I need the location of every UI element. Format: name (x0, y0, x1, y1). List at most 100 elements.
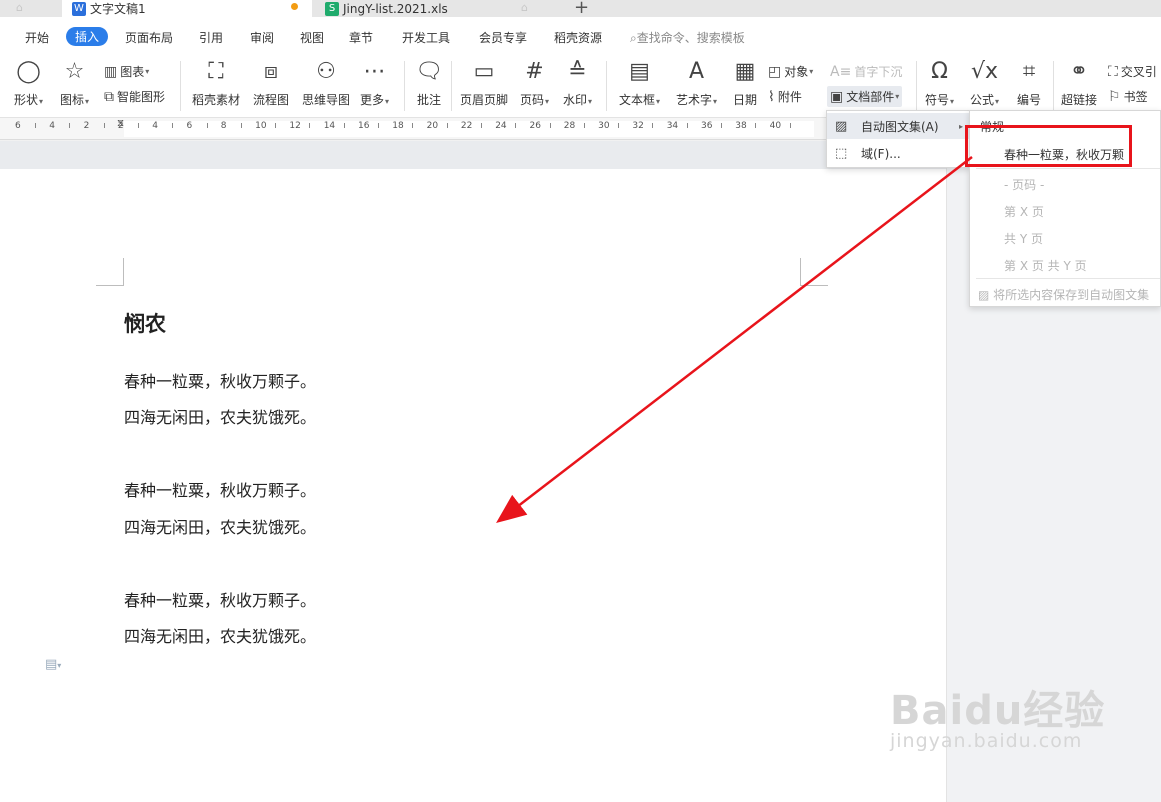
mindmap-label: 思维导图 (302, 93, 351, 107)
textbox-button[interactable]: ▤ 文本框▾ (619, 58, 660, 108)
save-selection-item[interactable]: ▨ 将所选内容保存到自动图文集 (978, 286, 1161, 303)
material-label: 稻壳素材 (192, 93, 241, 107)
command-search[interactable]: ⌕查找命令、搜索模板 (630, 29, 745, 46)
crossref-icon: ⛶ (1108, 63, 1118, 80)
textbox-icon: ▤ (629, 59, 650, 84)
watermark-button[interactable]: ≙ 水印▾ (563, 58, 592, 108)
doc-parts-menu: ▨ 自动图文集(A) ▸ ⬚ 域(F)... (826, 110, 970, 168)
mindmap-icon: ⚇ (316, 59, 336, 84)
ruler-label: 18 (392, 121, 404, 131)
autotext-total-y[interactable]: 共 Y 页 (1004, 230, 1161, 247)
link-icon: ⚭ (1069, 59, 1089, 84)
shape-icon: ◯ (16, 59, 41, 84)
ruler-label: 6 (15, 121, 21, 131)
autotext-page-x-total-y[interactable]: 第 X 页 共 Y 页 (1004, 257, 1161, 274)
numbering-button[interactable]: ⌗ 编号 (1017, 58, 1041, 108)
icon-button[interactable]: ☆ 图标▾ (60, 58, 89, 108)
date-label: 日期 (733, 93, 758, 107)
ruler-tick (103, 123, 105, 128)
ruler-label: 26 (529, 121, 541, 131)
comment-button[interactable]: 🗨 批注 (415, 58, 443, 108)
menu-page-layout[interactable]: 页面布局 (125, 29, 173, 46)
bookmark-button[interactable]: ⚐ 书签 (1108, 88, 1148, 105)
autotext-page-number[interactable]: - 页码 - (1004, 176, 1161, 193)
insert-toolbar: ◯ 形状▾ ☆ 图标▾ ▥ 图表 ▾ ⧉ 智能图形 ⛶ 稻壳素材 ⧈ 流程图 ⚇ 思维… (0, 55, 1161, 118)
autotext-menu-item[interactable]: ▨ 自动图文集(A) ▸ (827, 113, 969, 139)
ruler-label: 36 (701, 121, 713, 131)
baidu-watermark: Baidu经验 jingyan.baidu.com (890, 678, 1105, 752)
ruler-label: 28 (563, 121, 576, 131)
document-line[interactable]: 四海无闲田，农夫犹饿死。 (124, 404, 316, 428)
toolbar-divider (404, 61, 405, 111)
hyperlink-button[interactable]: ⚭ 超链接 (1061, 58, 1097, 108)
chart-button[interactable]: ▥ 图表 ▾ (104, 63, 149, 80)
menu-bar: 开始 插入 页面布局 引用 审阅 视图 章节 开发工具 会员专享 稻壳资源 ⌕查… (0, 17, 1161, 55)
mindmap-button[interactable]: ⚇ 思维导图 (302, 58, 350, 108)
ruler-tick (446, 123, 448, 128)
paragraph-options-icon[interactable]: ▤▾ (45, 657, 61, 672)
menu-review[interactable]: 审阅 (250, 29, 274, 46)
ruler-tick (378, 123, 379, 128)
date-button[interactable]: ▦ 日期 (733, 58, 757, 108)
autotext-page-x[interactable]: 第 X 页 (1004, 203, 1161, 220)
shape-label: 形状 (14, 93, 39, 107)
document-line[interactable]: 四海无闲田，农夫犹饿死。 (124, 514, 316, 538)
page-corner-mark (96, 258, 124, 286)
smartart-button[interactable]: ⧉ 智能图形 (104, 88, 165, 105)
attachment-label: 附件 (777, 90, 802, 104)
document-line[interactable]: 春种一粒粟，秋收万颗子。 (124, 477, 316, 501)
field-menu-item[interactable]: ⬚ 域(F)... (827, 140, 969, 166)
menu-developer[interactable]: 开发工具 (402, 29, 450, 46)
ruler-label: 32 (632, 121, 644, 131)
object-icon: ◰ (768, 63, 782, 80)
material-icon: ⛶ (208, 59, 224, 84)
ruler-tick (137, 123, 139, 128)
tab-document[interactable]: W 文字文稿1 (62, 0, 312, 17)
symbol-button[interactable]: Ω 符号▾ (925, 58, 954, 108)
chart-label: 图表 (120, 65, 145, 79)
document-title[interactable]: 悯农 (124, 308, 166, 338)
shape-button[interactable]: ◯ 形状▾ (14, 58, 43, 108)
document-line[interactable]: 四海无闲田，农夫犹饿死。 (124, 623, 316, 647)
document-line[interactable]: 春种一粒粟，秋收万颗子。 (124, 368, 316, 392)
menu-membership[interactable]: 会员专享 (479, 29, 527, 46)
new-tab-button[interactable]: + (574, 0, 589, 18)
menu-divider (976, 278, 1160, 279)
pin-icon[interactable]: ⌂ (16, 1, 23, 14)
menu-insert[interactable]: 插入 (66, 27, 109, 46)
doc-parts-icon: ▣ (830, 88, 844, 105)
chart-icon: ▥ (104, 63, 118, 80)
object-button[interactable]: ◰ 对象 ▾ (768, 63, 813, 80)
formula-button[interactable]: √x 公式▾ (970, 58, 999, 108)
wordart-button[interactable]: A 艺术字▾ (676, 58, 717, 108)
menu-resources[interactable]: 稻壳资源 (554, 29, 602, 46)
menu-references[interactable]: 引用 (199, 29, 223, 46)
header-footer-button[interactable]: ▭ 页眉页脚 (460, 58, 508, 108)
page-number-button[interactable]: # 页码▾ (520, 58, 549, 108)
crossref-button[interactable]: ⛶ 交叉引 (1108, 63, 1157, 80)
save-selection-label: 将所选内容保存到自动图文集 (993, 288, 1150, 302)
toolbar-divider (180, 61, 181, 111)
dropcap-button[interactable]: A≡ 首字下沉 (830, 63, 902, 80)
writer-doc-icon: W (72, 1, 86, 16)
ruler-tick (35, 123, 36, 128)
doc-parts-label: 文档部件 (846, 90, 895, 104)
document-line[interactable]: 春种一粒粟，秋收万颗子。 (124, 587, 316, 611)
more-button[interactable]: ⋯ 更多▾ (360, 58, 389, 108)
menu-home[interactable]: 开始 (25, 29, 49, 46)
wordart-label: 艺术字 (676, 93, 713, 107)
doc-parts-button[interactable]: ▣ 文档部件 ▾ (827, 86, 903, 107)
menu-chapter[interactable]: 章节 (349, 29, 373, 46)
attachment-button[interactable]: ⌇ 附件 (768, 88, 802, 105)
pin-icon[interactable]: ⌂ (521, 1, 528, 14)
menu-view[interactable]: 视图 (300, 29, 324, 46)
indent-marker-icon[interactable]: ⧖ (117, 118, 124, 129)
ruler-tick (721, 123, 722, 128)
material-button[interactable]: ⛶ 稻壳素材 (192, 58, 240, 108)
ruler-tick (618, 123, 620, 128)
flowchart-button[interactable]: ⧈ 流程图 (253, 58, 289, 108)
tab-spreadsheet[interactable]: S JingY-list.2021.xls ⌂ (315, 0, 565, 17)
submenu-arrow-icon: ▸ (958, 121, 963, 131)
toolbar-divider (451, 61, 452, 111)
flowchart-icon: ⧈ (264, 59, 278, 84)
